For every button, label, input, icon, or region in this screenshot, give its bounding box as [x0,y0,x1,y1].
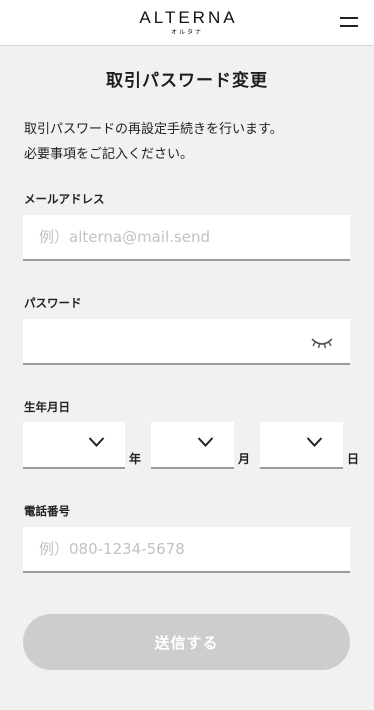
email-field[interactable] [23,215,350,259]
password-label: パスワード [24,296,82,310]
birth-day-select[interactable] [260,422,343,469]
page-description: 取引パスワードの再設定手続きを行います。 必要事項をご記入ください。 [24,117,283,167]
phone-field-wrapper [23,527,350,573]
hamburger-menu-icon[interactable] [340,16,358,28]
phone-label: 電話番号 [24,504,70,518]
month-unit: 月 [238,452,251,466]
phone-field[interactable] [23,527,350,571]
day-unit: 日 [347,452,360,466]
year-unit: 年 [129,452,142,466]
chevron-down-icon [306,437,323,447]
submit-button[interactable]: 送信する [23,614,350,670]
logo-text: ALTERNA [139,8,238,27]
password-field[interactable] [23,319,350,363]
password-field-wrapper [23,319,350,365]
app-header: ALTERNA オルタナ [0,0,374,46]
chevron-down-icon [88,437,105,447]
birth-month-select[interactable] [151,422,234,469]
closed-eye-icon[interactable] [310,335,334,351]
email-field-wrapper [23,215,350,261]
description-line-2: 必要事項をご記入ください。 [24,147,194,162]
chevron-down-icon [197,437,214,447]
birth-year-select[interactable] [23,422,125,469]
email-label: メールアドレス [24,192,105,206]
description-line-1: 取引パスワードの再設定手続きを行います。 [24,122,283,137]
page-title: 取引パスワード変更 [106,71,268,91]
brand-logo[interactable]: ALTERNA オルタナ [0,9,374,37]
birthdate-label: 生年月日 [24,400,70,414]
logo-subtext: オルタナ [170,29,203,36]
